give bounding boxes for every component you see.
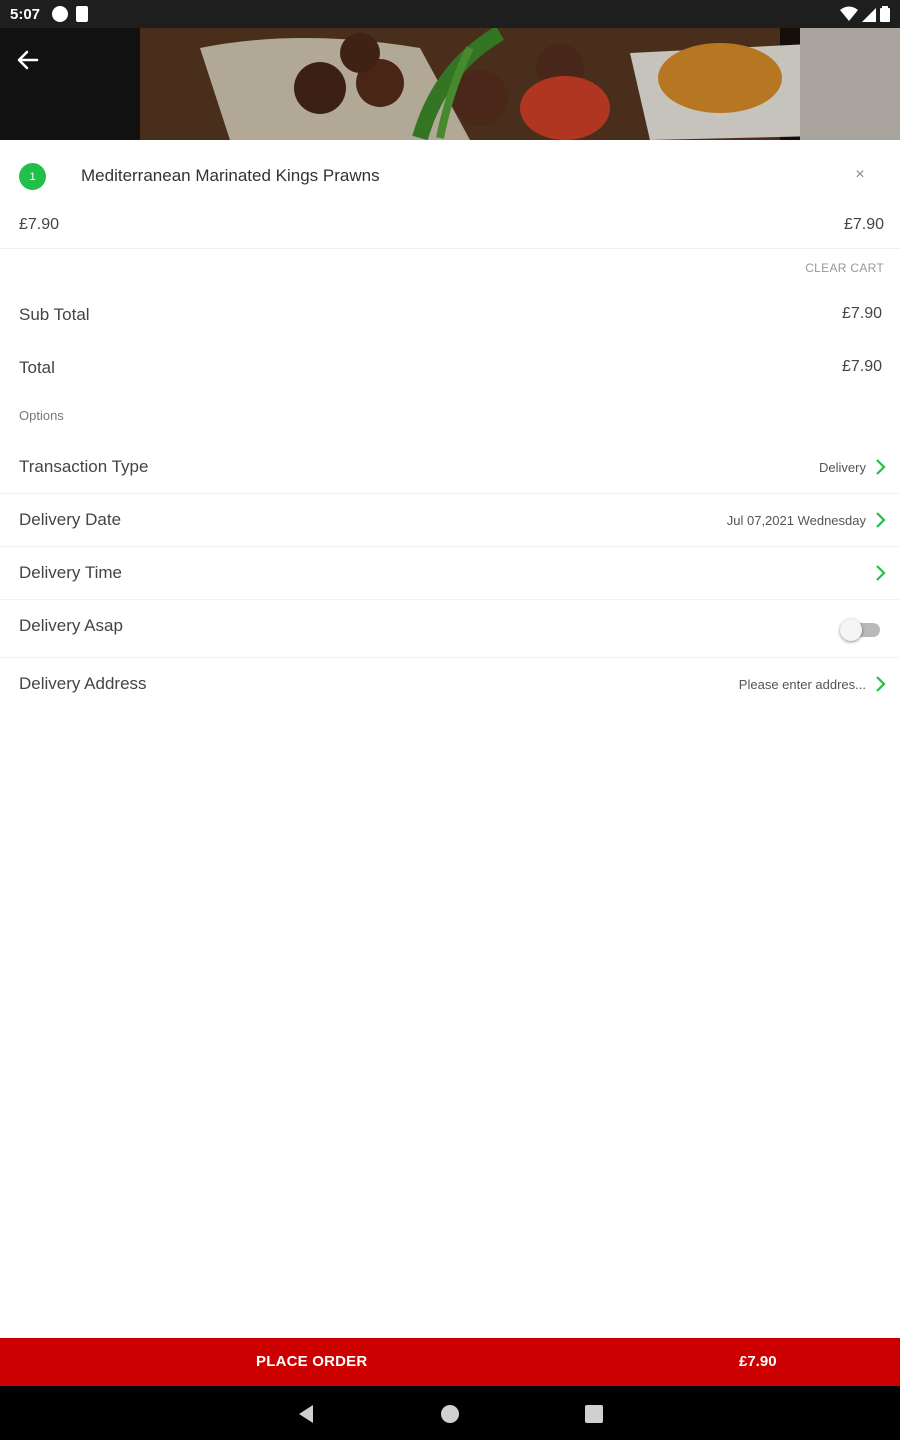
delivery-date-label: Delivery Date bbox=[19, 510, 122, 529]
delivery-time-row[interactable]: Delivery Time bbox=[0, 547, 900, 600]
cart-item: 1 Mediterranean Marinated Kings Prawns × bbox=[0, 152, 900, 200]
item-price-row: £7.90 £7.90 bbox=[0, 205, 900, 249]
wifi-icon bbox=[840, 6, 858, 21]
remove-item-icon[interactable]: × bbox=[850, 166, 870, 186]
transaction-type-row[interactable]: Transaction Type Delivery bbox=[0, 441, 900, 494]
system-nav-bar bbox=[0, 1386, 900, 1440]
status-bar: 5:07 bbox=[0, 0, 900, 28]
place-order-button[interactable]: PLACE ORDER £7.90 bbox=[0, 1338, 900, 1386]
quantity-badge: 1 bbox=[19, 163, 46, 190]
delivery-address-value: Please enter addres... bbox=[738, 677, 866, 692]
item-name: Mediterranean Marinated Kings Prawns bbox=[81, 166, 380, 185]
total-row: Total £7.90 bbox=[0, 349, 900, 389]
app-notification-icon bbox=[52, 6, 69, 22]
options-heading: Options bbox=[19, 408, 64, 423]
back-button[interactable] bbox=[10, 42, 46, 78]
delivery-address-label: Delivery Address bbox=[19, 674, 147, 693]
transaction-type-value: Delivery bbox=[819, 460, 866, 475]
chevron-right-icon bbox=[876, 676, 886, 692]
chevron-right-icon bbox=[876, 459, 886, 475]
subtotal-label: Sub Total bbox=[19, 305, 90, 324]
item-line-total: £7.90 bbox=[843, 216, 884, 233]
item-unit-price: £7.90 bbox=[19, 216, 60, 233]
place-order-label: PLACE ORDER bbox=[256, 1353, 368, 1370]
delivery-asap-label: Delivery Asap bbox=[19, 616, 123, 635]
delivery-address-row[interactable]: Delivery Address Please enter addres... bbox=[0, 658, 900, 711]
delivery-asap-toggle[interactable] bbox=[840, 618, 882, 641]
home-circle-icon[interactable] bbox=[439, 1403, 461, 1425]
chevron-right-icon bbox=[876, 565, 886, 581]
chevron-right-icon bbox=[876, 512, 886, 528]
total-value: £7.90 bbox=[841, 358, 882, 375]
transaction-type-label: Transaction Type bbox=[19, 457, 149, 476]
status-time: 5:07 bbox=[10, 5, 41, 23]
delivery-date-row[interactable]: Delivery Date Jul 07,2021 Wednesday bbox=[0, 494, 900, 547]
header-food-image bbox=[0, 28, 900, 140]
delivery-asap-row: Delivery Asap bbox=[0, 600, 900, 658]
recents-square-icon[interactable] bbox=[583, 1403, 605, 1425]
signal-icon bbox=[862, 8, 876, 22]
arrow-left-icon bbox=[17, 50, 39, 70]
battery-icon bbox=[880, 6, 890, 22]
back-triangle-icon[interactable] bbox=[296, 1403, 318, 1425]
total-label: Total bbox=[19, 358, 55, 377]
subtotal-value: £7.90 bbox=[841, 305, 882, 322]
toggle-thumb bbox=[840, 619, 862, 641]
sim-card-icon bbox=[76, 6, 89, 22]
food-photo bbox=[0, 28, 900, 140]
place-order-total: £7.90 bbox=[739, 1353, 777, 1370]
subtotal-row: Sub Total £7.90 bbox=[0, 296, 900, 336]
delivery-date-value: Jul 07,2021 Wednesday bbox=[726, 513, 866, 528]
delivery-time-label: Delivery Time bbox=[19, 563, 122, 582]
clear-cart-button[interactable]: CLEAR CART bbox=[805, 261, 884, 275]
